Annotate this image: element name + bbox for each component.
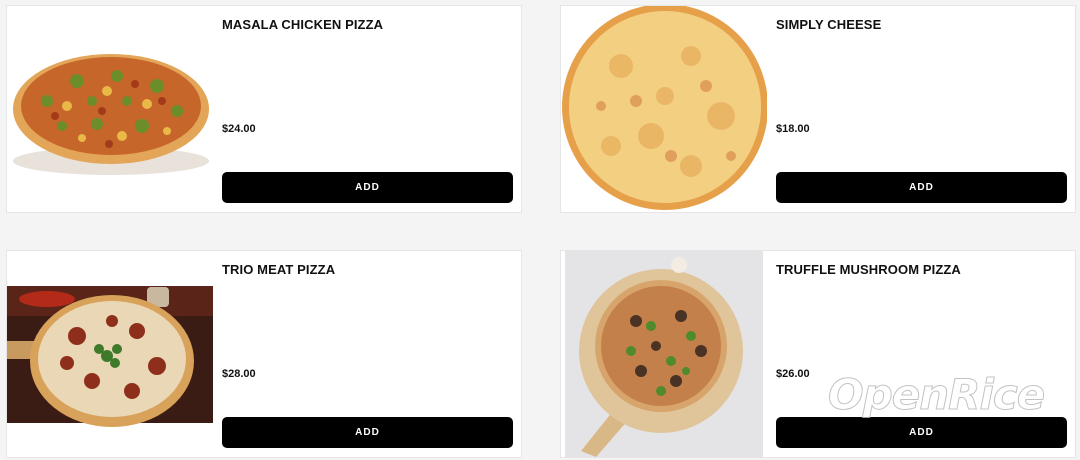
product-image-simply-cheese[interactable]	[561, 6, 767, 212]
product-name[interactable]: MASALA CHICKEN PIZZA	[222, 17, 383, 32]
add-button[interactable]: ADD	[222, 417, 513, 448]
add-button[interactable]: ADD	[776, 417, 1067, 448]
product-name[interactable]: SIMPLY CHEESE	[776, 17, 881, 32]
product-card-trio-meat: TRIO MEAT PIZZA $28.00 ADD	[6, 250, 522, 458]
product-card-simply-cheese: SIMPLY CHEESE $18.00 ADD	[560, 5, 1076, 213]
product-name[interactable]: TRIO MEAT PIZZA	[222, 262, 335, 277]
product-price: $28.00	[222, 368, 256, 380]
product-name[interactable]: TRUFFLE MUSHROOM PIZZA	[776, 262, 961, 277]
product-price: $26.00	[776, 368, 810, 380]
product-image-masala-chicken[interactable]	[7, 6, 213, 212]
product-card-masala-chicken: MASALA CHICKEN PIZZA $24.00 ADD	[6, 5, 522, 213]
product-price: $24.00	[222, 123, 256, 135]
product-price: $18.00	[776, 123, 810, 135]
product-card-truffle-mushroom: TRUFFLE MUSHROOM PIZZA $26.00 ADD	[560, 250, 1076, 458]
product-image-truffle-mushroom[interactable]	[561, 251, 767, 457]
add-button[interactable]: ADD	[776, 172, 1067, 203]
product-image-trio-meat[interactable]	[7, 251, 213, 457]
add-button[interactable]: ADD	[222, 172, 513, 203]
